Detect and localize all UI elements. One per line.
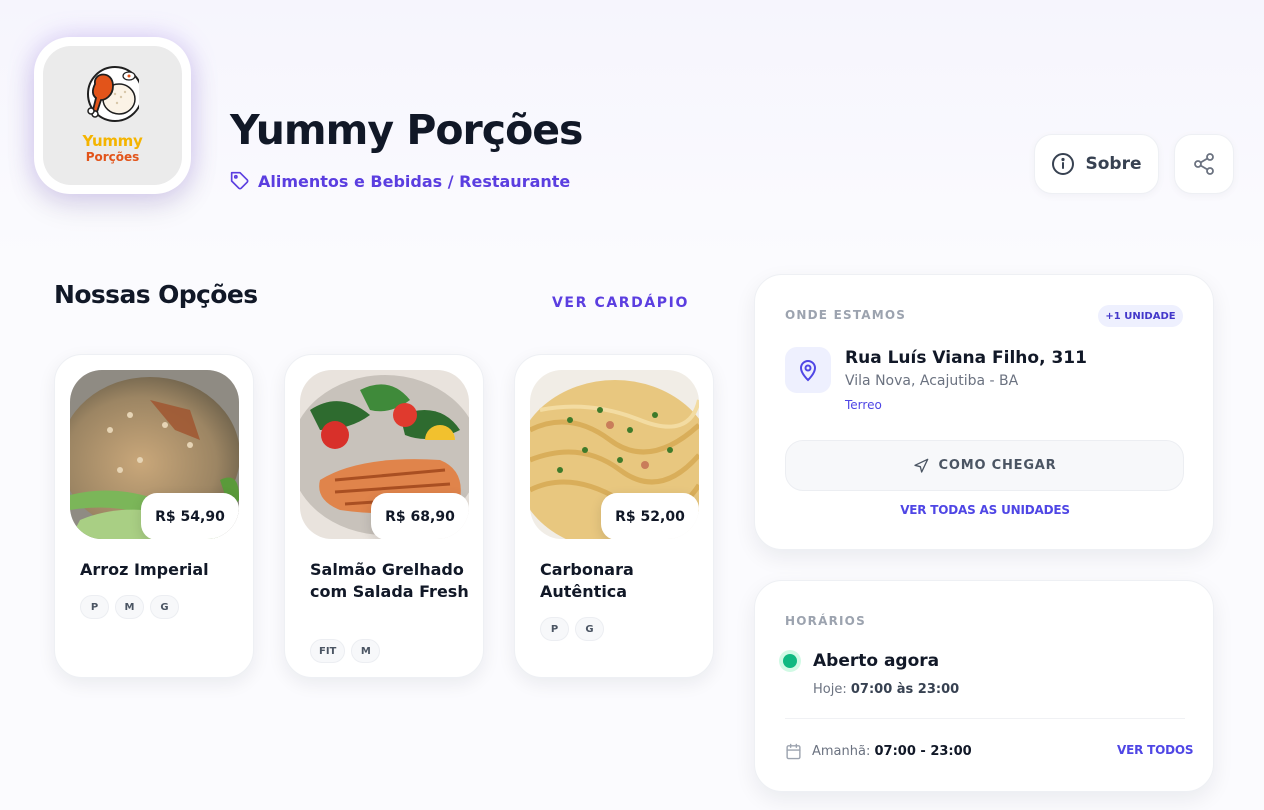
product-card[interactable]: R$ 52,00 Carbonara Autêntica P G [514, 354, 714, 678]
size-tags: P M G [80, 595, 179, 619]
product-name: Salmão Grelhado com Salada Fresh [310, 560, 469, 601]
address-city: Vila Nova, Acajutiba - BA [845, 373, 1019, 389]
hours-label: HORÁRIOS [785, 614, 866, 628]
size-tag[interactable]: G [575, 617, 604, 641]
size-tag[interactable]: G [150, 595, 179, 619]
product-card[interactable]: R$ 68,90 Salmão Grelhado com Salada Fres… [284, 354, 484, 678]
tomorrow-hours-value: 07:00 - 23:00 [874, 744, 972, 759]
product-name: Carbonara Autêntica [540, 560, 634, 601]
size-tag[interactable]: M [115, 595, 144, 619]
store-category-link[interactable]: Alimentos e Bebidas / Restaurante [230, 171, 570, 191]
tag-icon [230, 171, 249, 190]
share-icon [1194, 153, 1214, 175]
view-all-hours-link[interactable]: VER TODOS [1117, 743, 1193, 757]
hours-panel: HORÁRIOS Aberto agora Hoje: 07:00 às 23:… [754, 580, 1214, 792]
store-category-label: Alimentos e Bebidas / Restaurante [258, 171, 571, 191]
product-price: R$ 52,00 [601, 493, 699, 539]
product-card[interactable]: R$ 54,90 Arroz Imperial P M G [54, 354, 254, 678]
extra-unit-badge[interactable]: +1 UNIDADE [1098, 305, 1183, 327]
navigation-icon [913, 458, 928, 473]
calendar-icon [786, 743, 801, 760]
about-label: Sobre [1085, 154, 1142, 174]
address-street: Rua Luís Viana Filho, 311 [845, 348, 1087, 368]
store-title: Yummy Porções [230, 106, 583, 154]
product-price: R$ 54,90 [141, 493, 239, 539]
view-all-units-link[interactable]: VER TODAS AS UNIDADES [755, 503, 1215, 517]
size-tag[interactable]: FIT [310, 639, 346, 663]
product-name: Arroz Imperial [80, 560, 209, 579]
tomorrow-hours: Amanhã: 07:00 - 23:00 [785, 743, 972, 760]
logo-text-line1: Yummy [82, 132, 143, 150]
directions-button[interactable]: COMO CHEGAR [785, 440, 1184, 491]
info-icon [1052, 153, 1075, 175]
divider [785, 718, 1185, 719]
address-floor: Terreo [845, 398, 882, 412]
size-tag[interactable]: P [80, 595, 109, 619]
open-status-text: Aberto agora [813, 651, 940, 671]
location-panel: ONDE ESTAMOS +1 UNIDADE Rua Luís Viana F… [754, 274, 1214, 550]
options-section-title: Nossas Opções [54, 280, 258, 309]
size-tag[interactable]: M [351, 639, 381, 663]
product-photo: R$ 54,90 [70, 370, 239, 539]
map-pin-icon [785, 347, 831, 393]
size-tags: FIT M [310, 639, 381, 663]
logo-text-line2: Porções [85, 150, 140, 164]
share-button[interactable] [1174, 134, 1234, 194]
open-status-dot [783, 654, 797, 668]
view-menu-link[interactable]: VER CARDÁPIO [552, 295, 689, 311]
today-hours-value: 07:00 às 23:00 [850, 682, 960, 697]
tomorrow-hours-label: Amanhã: [812, 744, 871, 759]
about-button[interactable]: Sobre [1034, 134, 1159, 194]
size-tags: P G [540, 617, 604, 641]
size-tag[interactable]: P [540, 617, 569, 641]
location-label: ONDE ESTAMOS [785, 308, 907, 322]
store-logo: Yummy Porções [34, 37, 191, 194]
today-hours: Hoje: 07:00 às 23:00 [813, 682, 959, 697]
product-photo: R$ 68,90 [300, 370, 469, 539]
today-hours-label: Hoje: [813, 682, 847, 697]
product-price: R$ 68,90 [371, 493, 469, 539]
product-photo: R$ 52,00 [530, 370, 699, 539]
chicken-rice-icon [87, 66, 139, 122]
directions-label: COMO CHEGAR [938, 458, 1057, 473]
